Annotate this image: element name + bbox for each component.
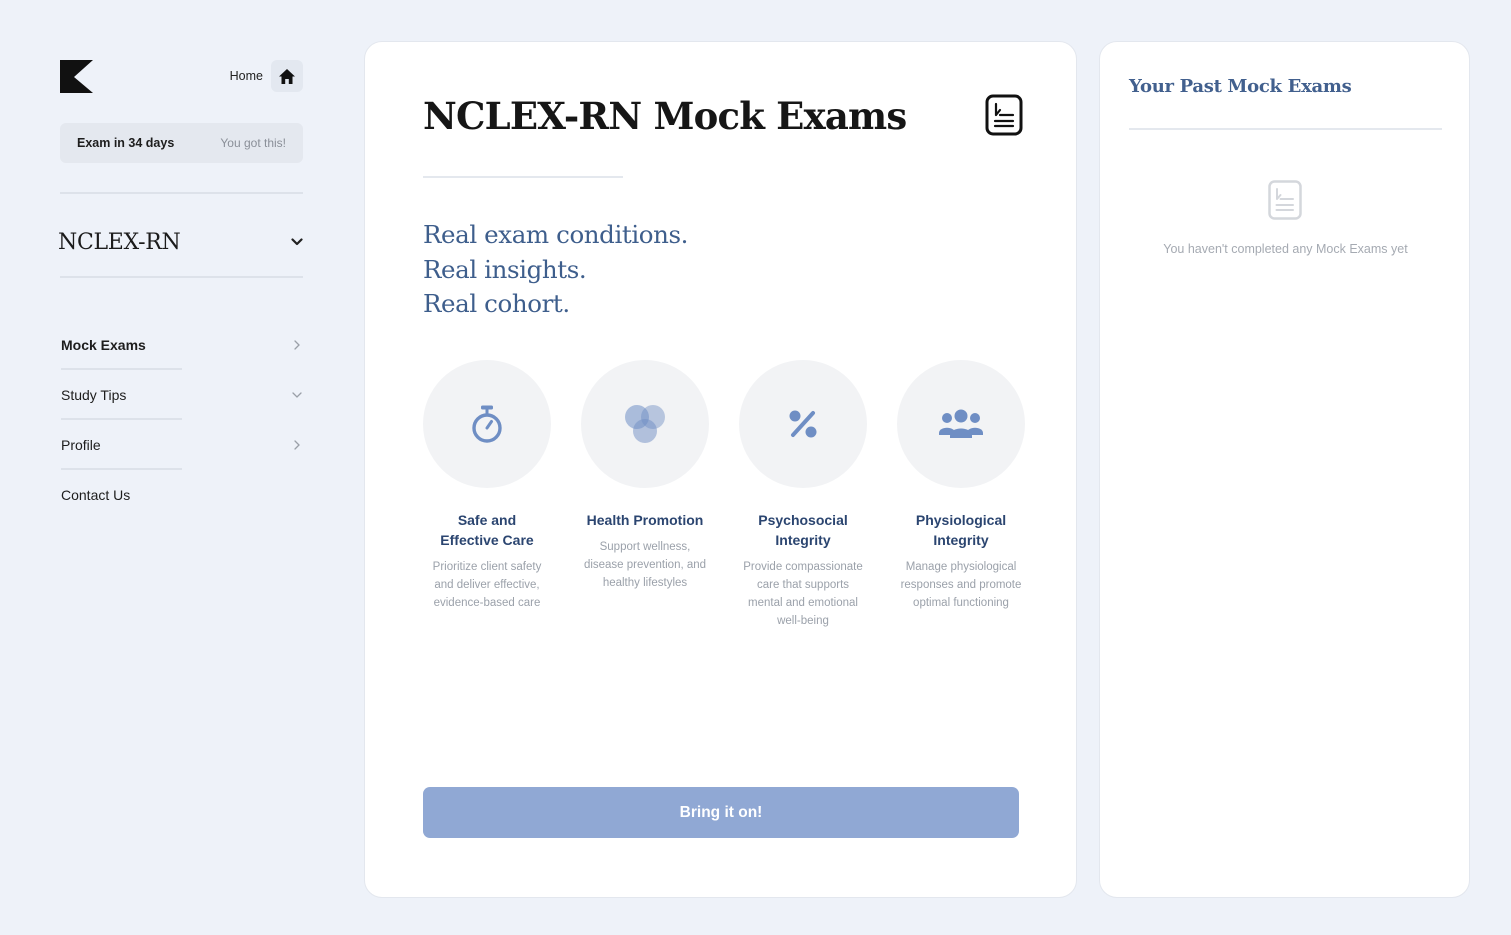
- document-list-icon: [985, 94, 1023, 136]
- past-exams-card: Your Past Mock Exams You haven't complet…: [1099, 41, 1470, 898]
- sidebar-item-study-tips[interactable]: Study Tips: [61, 370, 303, 420]
- category-description: Support wellness, disease prevention, an…: [583, 541, 707, 589]
- sidebar-item-mock-exams[interactable]: Mock Exams: [61, 320, 303, 370]
- tagline-line: Real cohort.: [423, 289, 570, 318]
- mock-exams-card: NCLEX-RN Mock Exams Real exam conditions…: [364, 41, 1077, 898]
- sidebar-item-contact-us[interactable]: Contact Us: [61, 470, 303, 520]
- category-icon-circle: [897, 360, 1025, 488]
- category-icon-circle: [739, 360, 867, 488]
- chevron-down-icon: [292, 392, 302, 398]
- category-title: Physiological Integrity: [915, 512, 1007, 548]
- sidebar-item-label: Mock Exams: [61, 337, 146, 353]
- exam-message: You got this!: [220, 136, 286, 150]
- category-list: Safe and Effective Care Prioritize clien…: [423, 360, 1027, 640]
- exam-countdown-banner: Exam in 34 days You got this!: [60, 123, 303, 163]
- category-icon-circle: [423, 360, 551, 488]
- sidebar-item-label: Profile: [61, 437, 101, 453]
- divider: [60, 192, 303, 194]
- tagline-line: Real insights.: [423, 254, 587, 284]
- home-icon: [279, 68, 295, 84]
- sidebar-item-label: Study Tips: [61, 387, 127, 403]
- tagline: Real exam conditions. Real insights. Rea…: [423, 218, 688, 322]
- chevron-right-icon: [294, 440, 300, 450]
- page-title: NCLEX-RN Mock Exams: [423, 94, 907, 138]
- category-physiological-integrity: Physiological Integrity Manage physiolog…: [897, 360, 1025, 612]
- stopwatch-icon: [472, 405, 502, 443]
- chevron-right-icon: [294, 340, 300, 350]
- category-psychosocial-integrity: Psychosocial Integrity Provide compassio…: [739, 360, 867, 630]
- divider: [1129, 128, 1442, 130]
- sidebar-item-label: Contact Us: [61, 487, 131, 503]
- category-title: Safe and Effective Care: [440, 512, 534, 548]
- past-exams-title: Your Past Mock Exams: [1129, 76, 1352, 97]
- tagline-line: Real exam conditions.: [423, 220, 689, 249]
- category-health-promotion: Health Promotion Support wellness, disea…: [581, 360, 709, 592]
- chevron-down-icon: [291, 238, 303, 246]
- sidebar-nav: Mock Exams Study Tips Profile Contact Us: [61, 320, 303, 520]
- start-mock-exam-button[interactable]: Bring it on!: [423, 787, 1019, 838]
- category-description: Provide compassionate care that supports…: [743, 561, 863, 627]
- document-icon: [1268, 180, 1302, 220]
- divider: [423, 176, 623, 178]
- home-label[interactable]: Home: [230, 69, 263, 83]
- empty-state-message: You haven't completed any Mock Exams yet: [1163, 242, 1408, 256]
- category-title: Health Promotion: [586, 512, 704, 528]
- category-description: Prioritize client safety and deliver eff…: [432, 561, 542, 609]
- home-button[interactable]: [271, 60, 303, 92]
- category-safe-effective-care: Safe and Effective Care Prioritize clien…: [423, 360, 551, 612]
- exam-countdown: Exam in 34 days: [77, 136, 175, 150]
- venn-circles-icon: [625, 405, 665, 443]
- percent-icon: [789, 410, 817, 438]
- group-icon: [939, 409, 983, 438]
- course-selector[interactable]: NCLEX-RN: [58, 224, 303, 260]
- k-logo-icon[interactable]: [60, 60, 93, 93]
- sidebar-item-profile[interactable]: Profile: [61, 420, 303, 470]
- course-name: NCLEX-RN: [58, 229, 181, 255]
- category-icon-circle: [581, 360, 709, 488]
- category-title: Psychosocial Integrity: [758, 512, 848, 548]
- divider: [60, 276, 303, 278]
- category-description: Manage physiological responses and promo…: [900, 561, 1022, 609]
- home-nav[interactable]: Home: [230, 60, 303, 92]
